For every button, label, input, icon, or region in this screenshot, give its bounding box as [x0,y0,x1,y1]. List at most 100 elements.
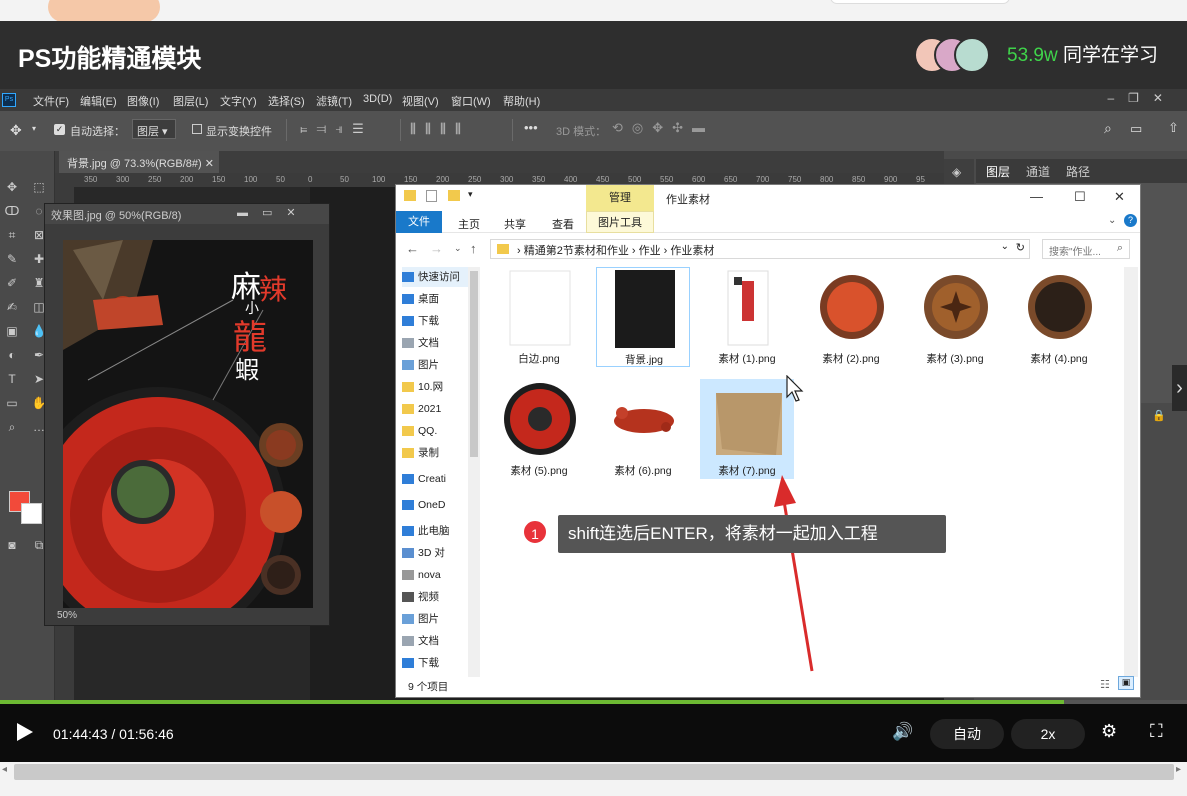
playback-rate-button[interactable]: 2x [1011,719,1085,749]
tab-channels[interactable]: 通道 [1026,163,1050,180]
help-icon[interactable]: ? [1124,214,1137,227]
video-frame[interactable]: Ps –❐✕ 文件(F) 编辑(E) 图像(I) 图层(L) 文字(Y) 选择(S) 滤镜(… [0,89,1187,762]
ribbon-tab-file[interactable]: 文件 [396,211,442,233]
lasso-tool-icon[interactable]: ↀ [3,203,21,219]
search-icon[interactable]: ⌕ [1104,120,1112,137]
file-explorer-window[interactable]: ▾ 管理 作业素材 — ☐ ✕ 文件 主页 共享 查看 图片工具 ⌄ ? ← →… [395,184,1141,698]
eyedropper-tool-icon[interactable]: ✎ [3,251,21,267]
progress-bar[interactable] [0,700,1187,704]
minimize-icon[interactable]: — [1030,189,1043,204]
details-view-icon[interactable]: ☷ [1100,678,1110,691]
settings-gear-icon[interactable]: ⚙ [1101,721,1117,742]
quick-mask-icon[interactable]: ◙ [3,537,21,553]
dodge-tool-icon[interactable]: ◐ [3,347,21,363]
tab-layers[interactable]: 图层 [986,163,1010,180]
nav-item[interactable]: 图片 [402,609,478,629]
nav-item[interactable]: 文档 [402,333,478,353]
horizontal-scrollbar[interactable] [14,764,1174,780]
ribbon-tab-home[interactable]: 主页 [458,216,480,232]
file-item[interactable]: 素材 (1).png [700,267,794,367]
file-item[interactable]: 素材 (4).png [1012,267,1106,367]
refresh-icon[interactable]: ↻ [1016,241,1025,254]
nav-item[interactable]: 图片 [402,355,478,375]
ribbon-tab-share[interactable]: 共享 [504,216,526,232]
window-controls[interactable]: ▬▭✕ [237,206,310,219]
crop-tool-icon[interactable]: ⌗ [3,227,21,243]
ps-menu-item[interactable]: 图层(L) [173,93,208,109]
type-tool-icon[interactable]: T [3,371,21,387]
nav-item[interactable]: QQ. [402,421,478,441]
forward-arrow-icon[interactable]: → [430,241,443,256]
nav-item[interactable]: nova [402,565,478,585]
file-item[interactable]: 白边.png [492,267,586,367]
nav-item[interactable]: 桌面 [402,289,478,309]
move-tool-icon[interactable]: ✥ [10,122,22,139]
effect-window-titlebar[interactable]: 效果图.jpg @ 50%(RGB/8) ▬▭✕ [45,204,329,224]
ps-menu-item[interactable]: 文字(Y) [220,93,257,109]
marquee-tool-icon[interactable]: ⬚ [30,179,48,195]
nav-scrollbar[interactable] [468,267,480,677]
large-icons-view-icon[interactable]: ▣ [1118,676,1134,690]
ps-menu-item[interactable]: 文件(F) [33,93,69,109]
quality-button[interactable]: 自动 [930,719,1004,749]
panel-collapse-icon[interactable]: ◈ [952,165,961,179]
tab-paths[interactable]: 路径 [1066,163,1090,180]
search-input[interactable]: 搜索"作业... ⌕ [1042,239,1130,259]
up-arrow-icon[interactable]: ↑ [470,241,477,256]
share-icon[interactable]: ⇧ [1168,120,1179,136]
3d-mode-icons[interactable]: ⟲◎✥✣▬ [612,120,714,136]
manage-tab[interactable]: 管理 [586,185,654,211]
scroll-left-icon[interactable]: ◂ [2,764,7,775]
nav-item[interactable]: Creati [402,469,478,489]
ps-menu-item[interactable]: 选择(S) [268,93,305,109]
move-tool-icon[interactable]: ✥ [3,179,21,195]
ps-menu-item[interactable]: 滤镜(T) [316,93,352,109]
ps-menu-item[interactable]: 图像(I) [127,93,159,109]
properties-icon[interactable] [426,190,437,202]
history-brush-tool-icon[interactable]: ✍ [3,299,21,315]
nav-item[interactable]: 下载 [402,653,478,673]
nav-scroll-thumb[interactable] [470,271,478,457]
ps-menu-item[interactable]: 视图(V) [402,93,439,109]
scroll-right-icon[interactable]: ▸ [1176,764,1181,775]
shape-tool-icon[interactable]: ▭ [3,395,21,411]
ribbon-tab-view[interactable]: 查看 [552,216,574,232]
zoom-tool-icon[interactable]: ⌕ [3,419,21,435]
nav-item[interactable]: 视频 [402,587,478,607]
recent-locations-icon[interactable]: ⌄ [454,243,462,254]
tab-background-doc[interactable]: 背景.jpg @ 73.3%(RGB/8#) ✕ [59,151,219,173]
file-item[interactable]: 素材 (6).png [596,379,690,479]
distribute-icons[interactable]: ⫼⫼⫼⫼ [410,121,470,137]
gradient-tool-icon[interactable]: ▣ [3,323,21,339]
play-icon[interactable] [17,723,33,741]
nav-item[interactable]: 10.网 [402,377,478,397]
nav-item[interactable]: 下载 [402,311,478,331]
nav-item[interactable]: 文档 [402,631,478,651]
ps-menu-item[interactable]: 3D(D) [363,93,392,105]
file-grid-scrollbar[interactable] [1124,267,1138,677]
top-search-bar[interactable] [830,0,1010,4]
ps-menu-item[interactable]: 编辑(E) [80,93,117,109]
nav-item[interactable]: 3D 对 [402,543,478,563]
file-item[interactable]: 素材 (2).png [804,267,898,367]
nav-item[interactable]: 快速访问 [402,267,478,287]
ps-window-controls[interactable]: –❐✕ [1108,91,1178,105]
auto-select-checkbox[interactable]: ✓ [54,124,65,135]
nav-item[interactable]: 2021 [402,399,478,419]
nav-item[interactable]: 此电脑 [402,521,478,541]
chevron-down-icon[interactable]: ▾ [32,124,36,133]
address-bar[interactable]: › 精通第2节素材和作业 › 作业 › 作业素材 ⌄ ↻ [490,239,1030,259]
file-item[interactable]: 素材 (5).png [492,379,586,479]
volume-icon[interactable]: 🔊 [892,722,913,742]
file-item[interactable]: 背景.jpg [596,267,690,367]
file-item[interactable]: 素材 (3).png [908,267,1002,367]
customize-toolbar-icon[interactable]: ▾ [468,189,473,200]
brush-tool-icon[interactable]: ✐ [3,275,21,291]
close-icon[interactable]: ✕ [1114,189,1125,205]
show-transform-checkbox[interactable] [192,124,202,134]
more-options-icon[interactable]: ••• [524,120,538,135]
auto-select-dropdown[interactable]: 图层 ▾ [132,119,176,139]
side-expand-arrow-icon[interactable]: › [1172,365,1187,411]
ps-menu-item[interactable]: 帮助(H) [503,93,540,109]
address-dropdown-icon[interactable]: ⌄ [1001,241,1009,252]
